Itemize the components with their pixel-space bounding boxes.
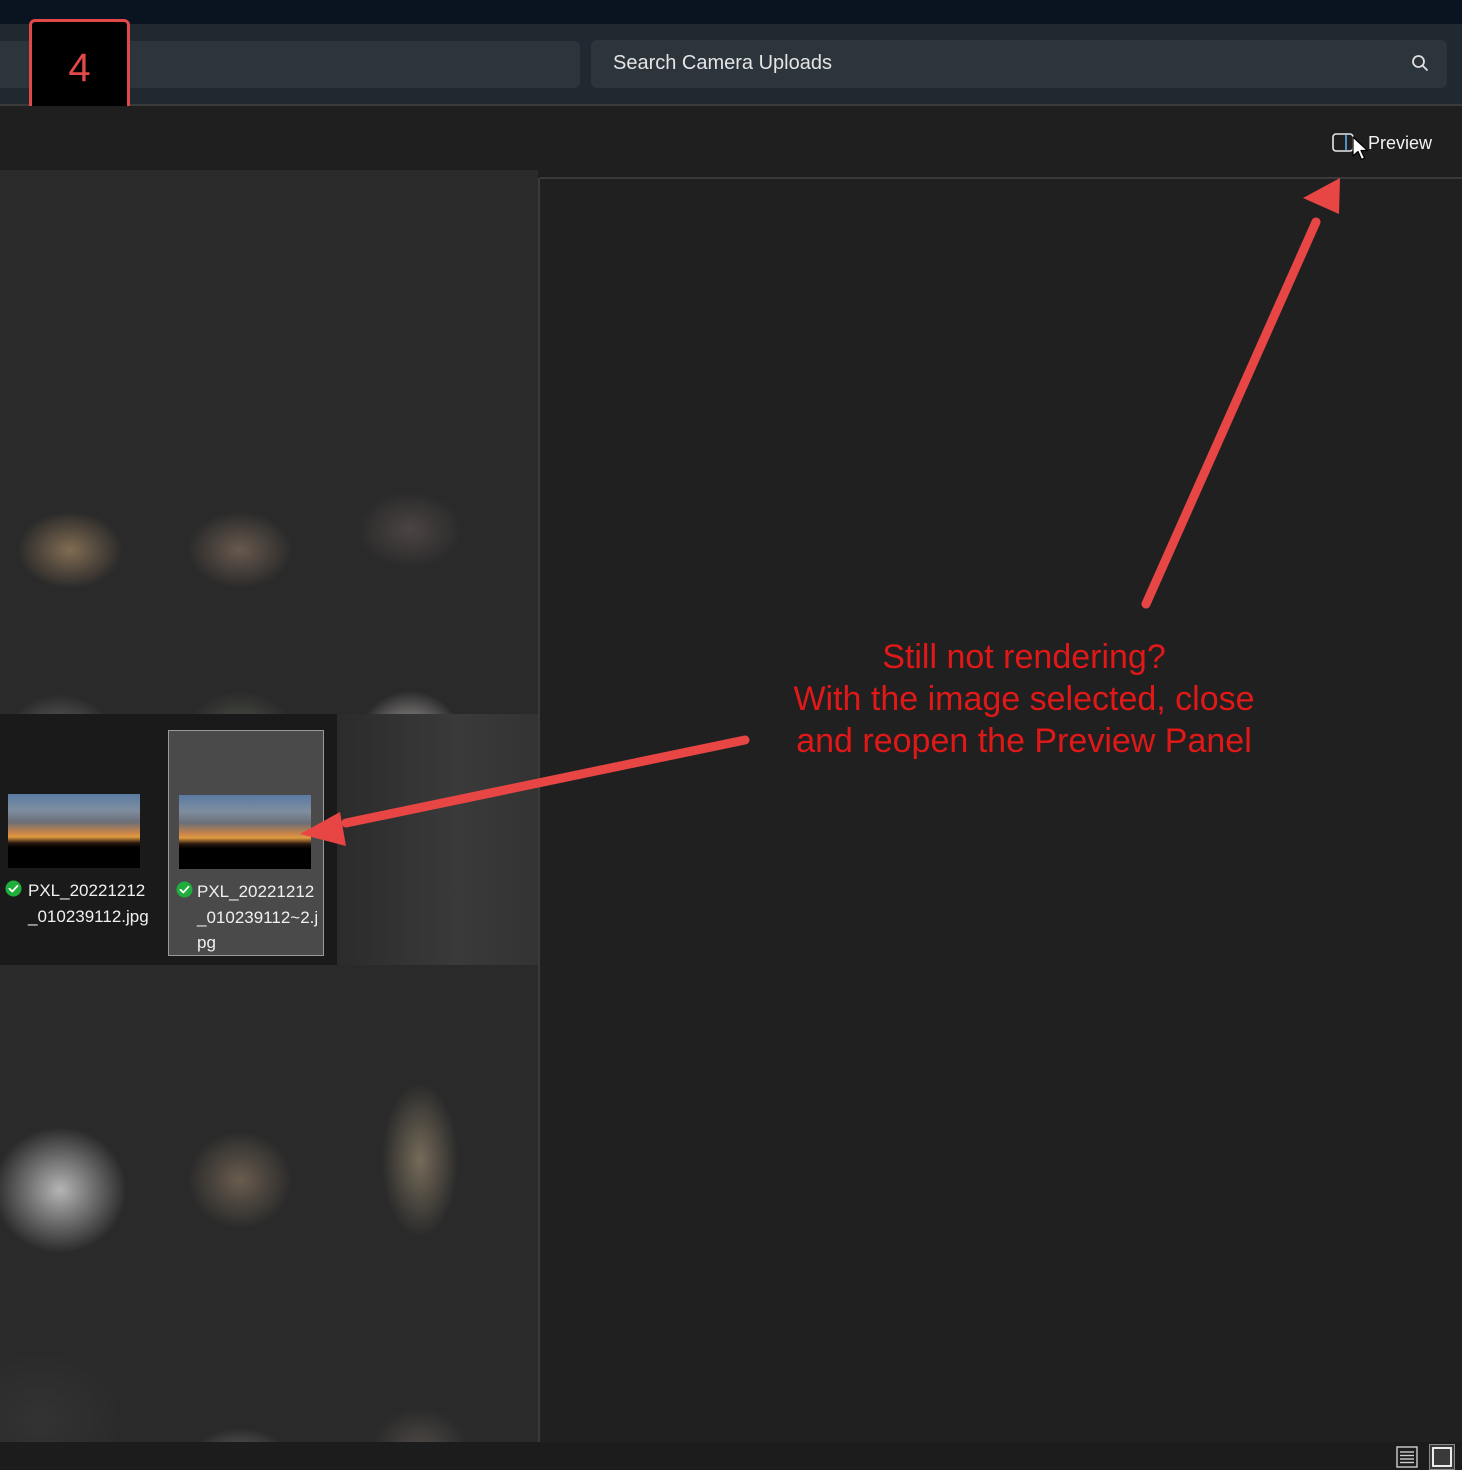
- annotation-line: Still not rendering?: [882, 638, 1166, 676]
- step-number-badge: 4: [29, 19, 130, 118]
- annotation-line: and reopen the Preview Panel: [796, 722, 1252, 760]
- details-view-icon[interactable]: [1396, 1446, 1418, 1468]
- image-thumbnail: [8, 794, 140, 868]
- file-list-pane[interactable]: PXL_20221212_010239112.jpg PXL_20221212_…: [0, 170, 538, 1442]
- file-name: PXL_20221212_010239112.jpg: [28, 881, 149, 926]
- blurred-thumbnail: [337, 714, 538, 965]
- search-box[interactable]: Search Camera Uploads: [591, 40, 1447, 88]
- file-row: PXL_20221212_010239112.jpg PXL_20221212_…: [0, 714, 337, 965]
- image-thumbnail: [179, 795, 311, 869]
- annotation-callout: Still not rendering? With the image sele…: [748, 636, 1300, 762]
- status-bar: [0, 1442, 1462, 1470]
- search-input[interactable]: Search Camera Uploads: [613, 52, 832, 75]
- large-icons-view-icon[interactable]: [1429, 1444, 1455, 1470]
- sync-status-check-icon: [176, 881, 193, 898]
- command-bar: [0, 106, 1462, 178]
- preview-pane: [540, 179, 1462, 1442]
- file-tile-selected[interactable]: PXL_20221212_010239112~2.jpg: [168, 730, 324, 956]
- sync-status-check-icon: [5, 880, 22, 897]
- search-icon[interactable]: [1411, 54, 1429, 72]
- file-tile[interactable]: PXL_20221212_010239112.jpg: [0, 730, 156, 956]
- preview-pane-button[interactable]: Preview: [1332, 130, 1432, 156]
- title-bar: [0, 0, 1462, 24]
- file-name: PXL_20221212_010239112~2.jpg: [197, 882, 319, 952]
- preview-label: Preview: [1368, 132, 1433, 153]
- mouse-cursor-icon: [1352, 136, 1369, 161]
- annotation-line: With the image selected, close: [793, 680, 1255, 718]
